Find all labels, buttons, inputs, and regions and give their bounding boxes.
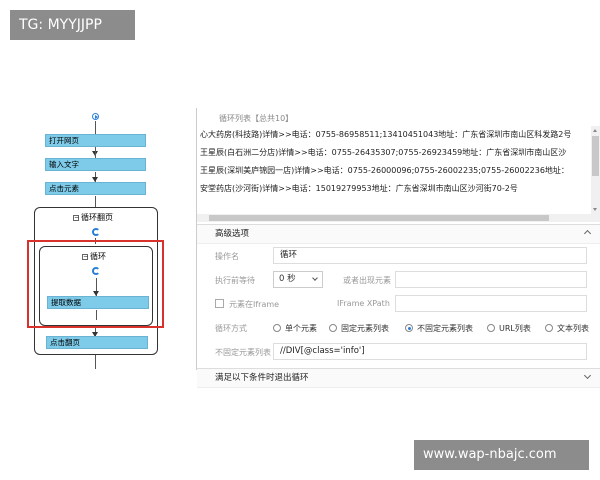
chevron-up-icon — [583, 229, 592, 238]
list-item[interactable]: 心大药房(科技路)详情>>电话：0755-86958511;1341045104… — [197, 126, 600, 144]
unfixed-list-xpath-input[interactable]: //DIV[@class='info'] — [273, 343, 587, 360]
watermark-bottom-right: www.wap-nbajc.com — [414, 440, 589, 470]
op-name-input[interactable]: 循环 — [273, 247, 587, 264]
unfixed-list-label: 不固定元素列表 — [215, 348, 271, 357]
list-item[interactable]: 王星辰(深圳美庐锦园一店)详情>>电话：0755-26000096;0755-2… — [197, 162, 600, 180]
flow-step-input-text[interactable]: 输入文字 — [45, 158, 146, 171]
iframe-label: 元素在Iframe — [229, 300, 280, 309]
chevron-down-icon — [583, 371, 592, 380]
start-icon — [92, 113, 99, 120]
list-item[interactable]: 安堂药店(沙河街)详情>>电话：15019279953地址：广东省深圳市南山区沙… — [197, 180, 600, 198]
or-element-input[interactable] — [395, 271, 587, 288]
workflow-canvas: 打开网页 输入文字 点击元素 − 循环翻页 − 循环 提取数据 点击翻页 — [0, 105, 190, 375]
loop-icon — [92, 228, 100, 236]
highlight-frame — [27, 240, 164, 328]
list-h-scrollbar[interactable] — [197, 214, 600, 222]
op-name-label: 操作名 — [215, 252, 239, 261]
flow-step-click-element[interactable]: 点击元素 — [45, 182, 146, 195]
or-element-label: 或者出现元素 — [343, 276, 391, 285]
advanced-options-header[interactable]: 高级选项 — [197, 224, 600, 244]
loop-list-header: 循环列表【总共10】 — [219, 114, 294, 123]
radio-url-list[interactable] — [487, 324, 495, 332]
settings-panel: 循环列表【总共10】 心大药房(科技路)详情>>电话：0755-86958511… — [196, 108, 600, 388]
outer-loop-title: 循环翻页 — [81, 213, 113, 222]
iframe-xpath-input[interactable] — [395, 295, 587, 312]
loop-mode-row: 循环方式 单个元素 固定元素列表 不固定元素列表 URL列表 文本列表 — [215, 324, 589, 333]
list-scrollbar[interactable] — [591, 126, 600, 214]
list-item[interactable]: 王星辰(白石洲二分店)详情>>电话：0755-26435307;0755-269… — [197, 144, 600, 162]
iframe-xpath-label: IFrame XPath — [337, 299, 390, 308]
loop-list[interactable]: 心大药房(科技路)详情>>电话：0755-86958511;1341045104… — [197, 126, 600, 214]
wait-label: 执行前等待 — [215, 276, 255, 285]
loop-mode-label: 循环方式 — [215, 324, 247, 333]
radio-unfixed-list[interactable] — [405, 324, 413, 332]
radio-fixed-list[interactable] — [329, 324, 337, 332]
radio-single-element[interactable] — [273, 324, 281, 332]
wait-select[interactable]: 0 秒 — [273, 271, 323, 288]
radio-text-list[interactable] — [545, 324, 553, 332]
flow-step-open-page[interactable]: 打开网页 — [45, 134, 146, 147]
watermark-top-left: TG: MYYJJPP — [10, 10, 135, 40]
iframe-checkbox[interactable] — [215, 299, 224, 308]
chevron-down-icon — [312, 275, 318, 281]
flow-step-click-page[interactable]: 点击翻页 — [46, 336, 148, 349]
exit-condition-header[interactable]: 满足以下条件时退出循环 — [197, 368, 600, 388]
